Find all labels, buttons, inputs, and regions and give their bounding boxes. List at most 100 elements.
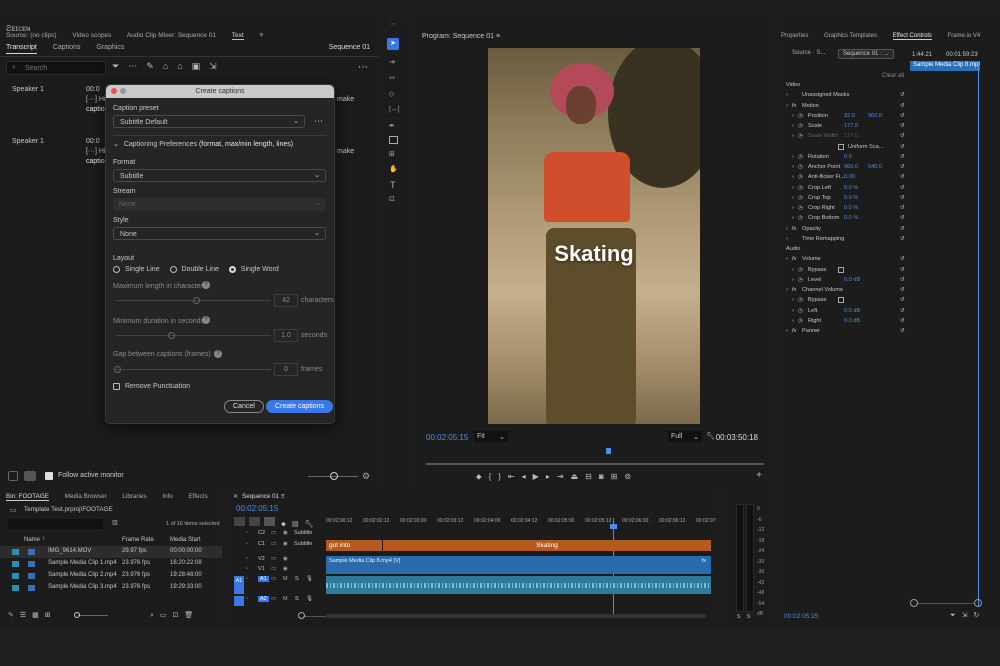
track-id[interactable]: A1 bbox=[258, 576, 269, 582]
razor-icon[interactable]: ◇ bbox=[389, 90, 394, 98]
ec-row[interactable]: › ◷ Crop Top 0.0 % ↺ bbox=[778, 193, 908, 203]
ec-row[interactable]: › ◷ Left 0.0 dB ↺ bbox=[778, 306, 908, 316]
linked-selection-icon[interactable] bbox=[264, 517, 275, 526]
reset-icon[interactable]: ↺ bbox=[900, 131, 905, 141]
column-header-media-start[interactable]: Media Start bbox=[170, 537, 201, 543]
ec-row[interactable]: › ◷ Scale 177.0 ↺ bbox=[778, 121, 908, 131]
pen-icon[interactable]: ✎ bbox=[8, 612, 20, 619]
chevron-icon[interactable]: › bbox=[792, 295, 794, 305]
preset-menu-icon[interactable]: ⋯ bbox=[314, 116, 323, 127]
eye-icon[interactable]: ◉ bbox=[283, 566, 288, 572]
chevron-icon[interactable]: › bbox=[786, 90, 788, 100]
source-clip-tab[interactable]: Source · S... bbox=[792, 50, 825, 56]
extract-icon[interactable]: ⊟ bbox=[585, 472, 599, 481]
pen-icon[interactable]: ✎ bbox=[146, 61, 163, 71]
reset-icon[interactable]: ↺ bbox=[900, 213, 905, 223]
ec-scroll-handle[interactable] bbox=[910, 599, 918, 607]
eye-icon[interactable]: ◉ bbox=[283, 556, 288, 562]
ec-value[interactable]: 32.0 bbox=[844, 111, 855, 121]
wrench-icon[interactable]: 🔧︎ bbox=[706, 432, 715, 440]
ec-clip-bar[interactable]: Sample Media Clip 8.mp4 bbox=[910, 61, 980, 71]
ec-row[interactable]: › ◷ Position 32.0 960.0 ↺ bbox=[778, 111, 908, 121]
chevron-icon[interactable]: › bbox=[786, 254, 788, 264]
reset-icon[interactable]: ↺ bbox=[900, 326, 905, 336]
project-list-item[interactable]: Sample Media Clip 2.mp4 23.976 fps 19:28:4… bbox=[0, 570, 222, 582]
tab-bin-footage[interactable]: Bin: FOOTAGE bbox=[6, 493, 49, 501]
tab-properties[interactable]: Properties bbox=[781, 33, 808, 39]
menu-icon[interactable]: ≡ bbox=[496, 33, 500, 40]
merge-icon[interactable]: ⌂ bbox=[163, 61, 177, 71]
source-patch[interactable] bbox=[234, 596, 244, 606]
rectangle-icon[interactable] bbox=[389, 136, 398, 144]
project-zoom-slider[interactable] bbox=[78, 615, 108, 616]
stopwatch-icon[interactable]: ◷ bbox=[798, 295, 803, 305]
reset-icon[interactable]: ↺ bbox=[900, 101, 905, 111]
stopwatch-icon[interactable]: ◷ bbox=[798, 162, 803, 172]
sync-icon[interactable]: ▭ bbox=[271, 530, 276, 536]
track-header[interactable]: ▫ V2 ▭ ◉ bbox=[228, 556, 326, 566]
stopwatch-icon[interactable]: ◷ bbox=[798, 306, 803, 316]
track-id[interactable]: C2 bbox=[258, 530, 265, 536]
reset-icon[interactable]: ↺ bbox=[900, 142, 905, 152]
tab-libraries[interactable]: Libraries bbox=[122, 493, 146, 500]
chevron-icon[interactable]: › bbox=[786, 234, 788, 244]
stopwatch-icon[interactable]: ◷ bbox=[798, 121, 803, 131]
stopwatch-icon[interactable]: ◷ bbox=[798, 172, 803, 182]
track-id[interactable]: A2 bbox=[258, 596, 269, 602]
project-list-item[interactable]: IMG_9614.MOV 29.97 fps 00:00:00:00 bbox=[0, 546, 222, 558]
chevron-icon[interactable]: › bbox=[792, 172, 794, 182]
export-icon[interactable]: ⇲ bbox=[962, 612, 974, 619]
timeline-timecode[interactable]: 00:02:05:15 bbox=[236, 504, 278, 513]
lock-icon[interactable]: ▫ bbox=[246, 530, 248, 536]
marker-icon[interactable]: ⬥ bbox=[476, 472, 489, 481]
track-id[interactable]: V1 bbox=[258, 566, 265, 572]
eye-icon[interactable]: M bbox=[283, 576, 288, 582]
remove-punctuation-checkbox[interactable] bbox=[113, 383, 120, 390]
export-icon[interactable]: ⇲ bbox=[209, 61, 226, 71]
ec-row[interactable]: › Time Remapping ↺ bbox=[778, 234, 908, 244]
video-clip[interactable]: Sample Media Clip 8.mp4 [V] fx bbox=[326, 556, 711, 574]
folder-icon[interactable]: ▭ bbox=[160, 612, 173, 619]
reset-icon[interactable]: ↺ bbox=[900, 172, 905, 182]
wrench-icon[interactable]: 🔧︎ bbox=[305, 521, 314, 528]
checkbox[interactable] bbox=[838, 143, 844, 150]
fit-select[interactable]: Fit ⌄ bbox=[474, 431, 508, 442]
chevron-icon[interactable]: › bbox=[792, 121, 794, 131]
snap-icon[interactable] bbox=[249, 517, 260, 526]
tab-graphics[interactable]: Graphics bbox=[96, 44, 124, 51]
ec-value[interactable]: 0.0 dB bbox=[844, 275, 860, 285]
ec-row[interactable]: › ◷ Bypass ↺ bbox=[778, 265, 908, 275]
chevron-icon[interactable]: › bbox=[786, 326, 788, 336]
captioning-preferences-toggle[interactable]: ⌄ Captioning Preferences (format, max/mi… bbox=[113, 140, 293, 148]
ec-row[interactable]: › fx Opacity ↺ bbox=[778, 224, 908, 234]
reset-icon[interactable]: ↺ bbox=[900, 224, 905, 234]
column-header-name[interactable]: Name bbox=[24, 537, 40, 543]
search-icon[interactable]: ⌕ bbox=[150, 612, 160, 619]
checkbox[interactable] bbox=[838, 266, 844, 273]
ec-row[interactable]: Video bbox=[778, 80, 908, 90]
caption-icon[interactable] bbox=[24, 471, 36, 481]
ec-row[interactable]: › ◷ Crop Bottom 0.0 % ↺ bbox=[778, 213, 908, 223]
chevron-icon[interactable]: › bbox=[792, 183, 794, 193]
solo-button[interactable]: S bbox=[747, 614, 750, 620]
ec-value[interactable]: 177.0 bbox=[844, 131, 858, 141]
reset-icon[interactable]: ↺ bbox=[900, 203, 905, 213]
vr-icon[interactable]: ⊚ bbox=[624, 472, 638, 481]
follow-monitor-checkbox[interactable] bbox=[45, 472, 53, 480]
style-select[interactable]: None ⌄ bbox=[113, 227, 326, 240]
ec-value[interactable]: 0.0 dB bbox=[844, 316, 860, 326]
ec-value[interactable]: 0.0 bbox=[844, 152, 852, 162]
tab-audio-clip-mixer[interactable]: Audio Clip Mixer: Sequence 01 bbox=[127, 32, 216, 39]
lock-icon[interactable]: ▫ bbox=[246, 556, 248, 562]
trash-icon[interactable]: 🗑︎ bbox=[184, 612, 199, 619]
ec-value[interactable]: 177.0 bbox=[844, 121, 858, 131]
type-icon[interactable]: T bbox=[390, 180, 396, 190]
cc-icon[interactable]: ▣ bbox=[192, 61, 210, 71]
ec-row[interactable]: › ◷ Crop Left 0.0 % ↺ bbox=[778, 183, 908, 193]
out-point-icon[interactable]: } bbox=[498, 472, 508, 481]
track-header[interactable]: ▫ C1 ▭ ◉ Subtitle bbox=[228, 541, 326, 551]
caption-clip[interactable]: got into bbox=[326, 540, 382, 551]
ec-value[interactable]: 0.0 % bbox=[844, 193, 858, 203]
ec-row[interactable]: › fx Motion ↺ bbox=[778, 101, 908, 111]
chevron-icon[interactable]: › bbox=[786, 101, 788, 111]
